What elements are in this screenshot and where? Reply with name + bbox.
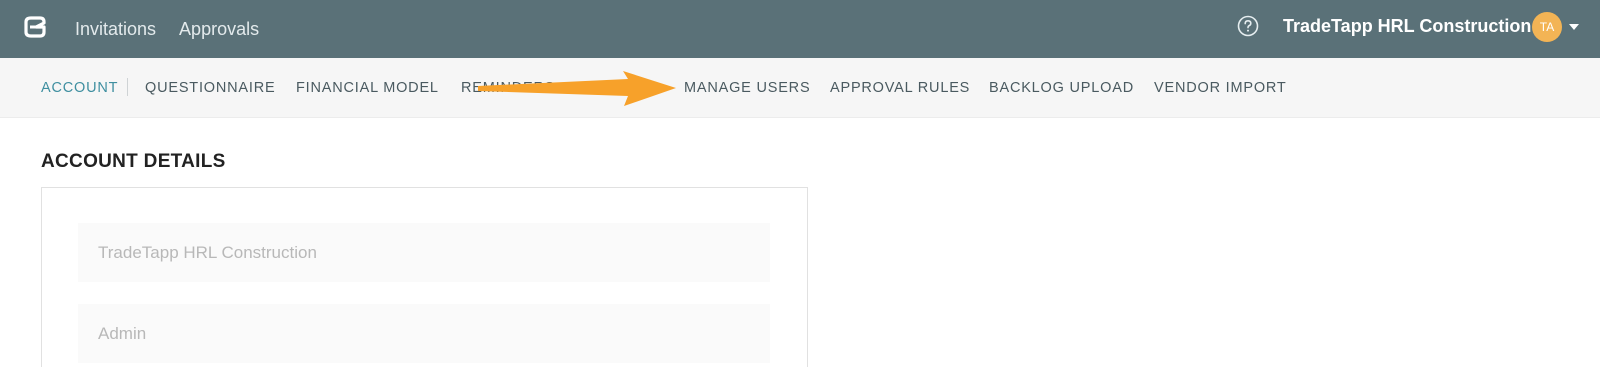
tradetapp-logo-icon[interactable] bbox=[22, 14, 48, 40]
tab-vendor-import[interactable]: VENDOR IMPORT bbox=[1154, 58, 1287, 118]
annotation-arrow-icon bbox=[478, 71, 676, 106]
tab-backlog-upload[interactable]: BACKLOG UPLOAD bbox=[989, 58, 1134, 118]
tab-financial-model[interactable]: FINANCIAL MODEL bbox=[296, 58, 439, 118]
company-name-field[interactable]: TradeTapp HRL Construction bbox=[78, 223, 770, 282]
avatar[interactable]: TA bbox=[1532, 12, 1562, 42]
nav-invitations[interactable]: Invitations bbox=[75, 19, 156, 40]
tab-account[interactable]: ACCOUNT bbox=[41, 58, 118, 118]
role-field[interactable]: Admin bbox=[78, 304, 770, 363]
tab-divider bbox=[127, 78, 128, 96]
page-title: ACCOUNT DETAILS bbox=[41, 151, 226, 172]
caret-down-icon[interactable] bbox=[1569, 24, 1579, 30]
question-circle-icon[interactable] bbox=[1237, 15, 1259, 37]
settings-tabs: ACCOUNT QUESTIONNAIRE FINANCIAL MODEL RE… bbox=[0, 58, 1600, 118]
tab-manage-users[interactable]: MANAGE USERS bbox=[684, 58, 810, 118]
top-bar: Invitations Approvals TradeTapp HRL Cons… bbox=[0, 0, 1600, 58]
tab-approval-rules[interactable]: APPROVAL RULES bbox=[830, 58, 970, 118]
nav-approvals[interactable]: Approvals bbox=[179, 19, 259, 40]
company-name[interactable]: TradeTapp HRL Construction bbox=[1283, 0, 1531, 52]
tab-questionnaire[interactable]: QUESTIONNAIRE bbox=[145, 58, 275, 118]
top-nav: Invitations Approvals bbox=[75, 0, 259, 58]
